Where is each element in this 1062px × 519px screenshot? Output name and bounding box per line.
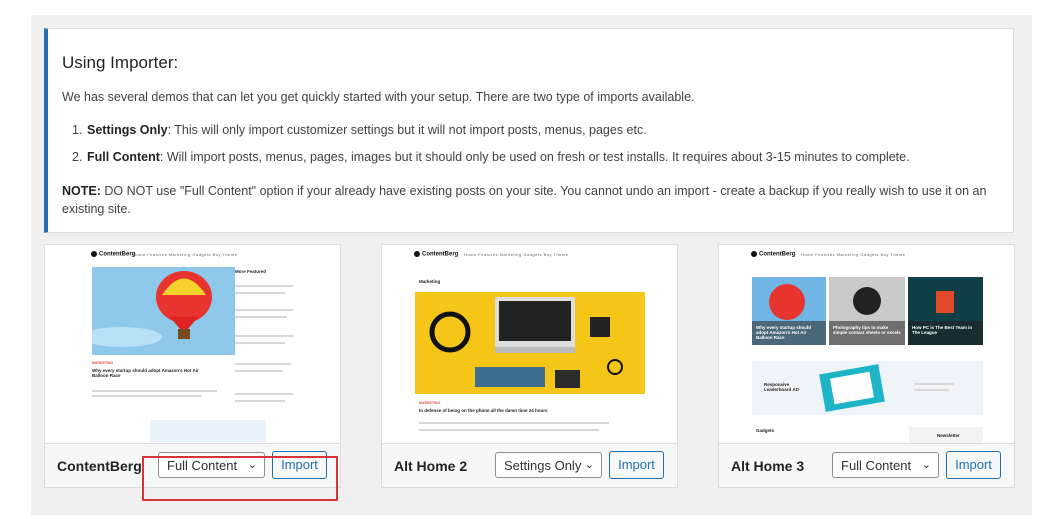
- highlight-box: [142, 456, 338, 501]
- demo-name: Alt Home 2: [394, 458, 468, 474]
- list-item: 1. Settings Only: This will only import …: [72, 123, 647, 137]
- demo-screenshot[interactable]: ContentBerg Home Features Marketing Gadg…: [382, 245, 677, 443]
- chevron-down-icon: ⌄: [921, 459, 931, 471]
- import-type-select[interactable]: Full Content ⌄: [832, 452, 939, 478]
- laptop-image: [415, 292, 645, 394]
- full-content-label: Full Content: [87, 150, 160, 164]
- import-type-select[interactable]: Settings Only ⌄: [495, 452, 602, 478]
- balloon-image: [82, 267, 235, 355]
- settings-only-label: Settings Only: [87, 123, 168, 137]
- demo-footer: Alt Home 2 Settings Only ⌄ Import: [382, 443, 677, 487]
- demo-footer: Alt Home 3 Full Content ⌄ Import: [719, 443, 1014, 487]
- demo-card-contentberg: ContentBerg Home Features Marketing Gadg…: [44, 244, 341, 488]
- import-types-list: 1. Settings Only: This will only import …: [62, 123, 1002, 177]
- settings-only-text: : This will only import customizer setti…: [167, 123, 647, 137]
- demo-screenshot[interactable]: ContentBerg Home Features Marketing Gadg…: [45, 245, 340, 443]
- demo-card-alt-home-2: ContentBerg Home Features Marketing Gadg…: [381, 244, 678, 488]
- import-button[interactable]: Import: [946, 451, 1001, 479]
- demo-screenshot[interactable]: ContentBerg Home Features Marketing Gadg…: [719, 245, 1014, 443]
- notice-intro: We has several demos that can let you ge…: [62, 90, 695, 104]
- demo-card-alt-home-3: ContentBerg Home Features Marketing Gadg…: [718, 244, 1015, 488]
- notice-title: Using Importer:: [62, 53, 179, 72]
- importer-notice: Using Importer: We has several demos tha…: [44, 28, 1014, 233]
- chevron-down-icon: ⌄: [584, 459, 594, 471]
- demo-name: ContentBerg: [57, 458, 142, 474]
- list-item: 2. Full Content: Will import posts, menu…: [72, 150, 910, 164]
- notice-warning: NOTE: DO NOT use "Full Content" option i…: [62, 184, 987, 216]
- demo-name: Alt Home 3: [731, 458, 805, 474]
- full-content-text: : Will import posts, menus, pages, image…: [159, 150, 910, 164]
- import-button[interactable]: Import: [609, 451, 664, 479]
